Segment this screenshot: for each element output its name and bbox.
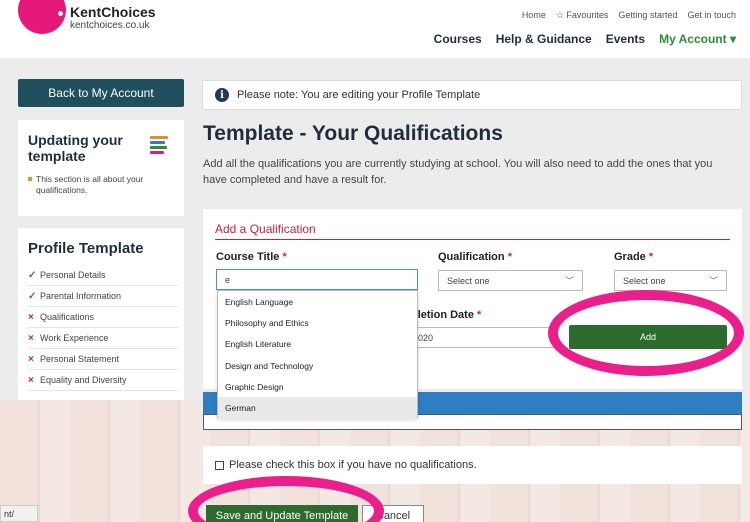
updating-title: Updating your template (28, 132, 123, 164)
completion-date-label: pletion Date * (411, 309, 482, 321)
status-bar-url: nt/ (0, 505, 38, 522)
profile-template-card: Profile Template ✓ Personal Details ✓ Pare… (18, 228, 184, 400)
profile-template-title: Profile Template (28, 240, 144, 257)
course-title-label: Course Title * (216, 251, 287, 263)
page-title: Template - Your Qualifications (203, 122, 503, 145)
grade-label: Grade * (614, 251, 654, 263)
notice-text: Please note: You are editing your Profil… (237, 89, 481, 101)
chevron-down-icon: ﹀ (708, 276, 718, 286)
cross-icon: × (28, 353, 34, 365)
check-icon: ✓ (28, 269, 37, 281)
step-equality-diversity[interactable]: × Equality and Diversity (28, 370, 178, 391)
top-nav: Home ☆ Favourites Getting started Get in… (522, 10, 736, 21)
check-icon: ✓ (28, 290, 37, 302)
step-label: Qualifications (40, 312, 95, 322)
nav-events[interactable]: Events (606, 32, 645, 46)
nav-my-account[interactable]: My Account ▾ (659, 32, 736, 46)
editing-notice: i Please note: You are editing your Prof… (202, 80, 742, 110)
intro-text: Add all the qualifications you are curre… (203, 158, 713, 186)
step-personal-details[interactable]: ✓ Personal Details (28, 265, 178, 286)
nav-get-in-touch-link[interactable]: Get in touch (687, 10, 736, 21)
cancel-button[interactable]: Cancel (362, 505, 424, 522)
completion-date-select[interactable]: 2020 (403, 327, 558, 348)
heading-divider (215, 239, 730, 240)
grade-select[interactable]: Select one ﹀ (614, 270, 727, 291)
nav-getting-started-link[interactable]: Getting started (618, 10, 677, 21)
qualification-select[interactable]: Select one ﹀ (438, 270, 583, 291)
back-to-account-button[interactable]: Back to My Account (18, 79, 184, 107)
books-icon (150, 136, 168, 156)
nav-courses[interactable]: Courses (434, 32, 482, 46)
chevron-down-icon: ﹀ (564, 276, 574, 286)
step-label: Parental Information (40, 291, 122, 301)
grade-value: Select one (623, 275, 666, 286)
add-button[interactable]: Add (569, 325, 727, 349)
no-qualifications-label[interactable]: Please check this box if you have no qua… (229, 459, 477, 471)
course-title-input[interactable]: e (216, 269, 418, 290)
step-label: Work Experience (40, 333, 109, 343)
main-nav: Courses Help & Guidance Events My Accoun… (434, 32, 736, 46)
logo-name[interactable]: KentChoices (70, 4, 156, 20)
step-parental-information[interactable]: ✓ Parental Information (28, 286, 178, 307)
updating-text: This section is all about your qualifica… (28, 174, 174, 196)
dropdown-option[interactable]: Philosophy and Ethics (218, 312, 417, 333)
logo-dot (56, 9, 65, 18)
no-qualifications-card: Please check this box if you have no qua… (203, 446, 742, 484)
nav-help-guidance[interactable]: Help & Guidance (496, 32, 592, 46)
course-autocomplete-dropdown: English Language Philosophy and Ethics E… (217, 290, 418, 419)
cross-icon: × (28, 374, 34, 386)
info-icon: i (215, 88, 229, 102)
qualification-label: Qualification * (438, 251, 512, 263)
step-qualifications[interactable]: × Qualifications (28, 307, 178, 328)
site-header: KentChoices kentchoices.co.uk Home ☆ Fav… (0, 0, 750, 58)
dropdown-option[interactable]: English Language (218, 291, 417, 312)
step-personal-statement[interactable]: × Personal Statement (28, 349, 178, 370)
step-label: Equality and Diversity (40, 375, 127, 385)
updating-template-card: Updating your template This section is a… (18, 120, 184, 216)
cross-icon: × (28, 332, 34, 344)
save-update-template-button[interactable]: Save and Update Template (206, 505, 358, 522)
no-qualifications-checkbox[interactable] (215, 460, 224, 470)
qualification-value: Select one (447, 275, 490, 286)
dropdown-option[interactable]: English Literature (218, 334, 417, 355)
nav-favourites-link[interactable]: ☆ Favourites (556, 10, 609, 21)
profile-steps-list: ✓ Personal Details ✓ Parental Information … (28, 265, 178, 391)
cross-icon: × (28, 311, 34, 323)
dropdown-option-highlighted[interactable]: German (218, 397, 417, 419)
dropdown-option[interactable]: Graphic Design (218, 376, 417, 397)
logo-url: kentchoices.co.uk (70, 20, 150, 31)
step-label: Personal Statement (40, 354, 120, 364)
nav-home-link[interactable]: Home (522, 10, 546, 21)
step-work-experience[interactable]: × Work Experience (28, 328, 178, 349)
form-heading: Add a Qualification (215, 222, 316, 236)
dropdown-option[interactable]: Design and Technology (218, 355, 417, 376)
step-label: Personal Details (40, 270, 106, 280)
